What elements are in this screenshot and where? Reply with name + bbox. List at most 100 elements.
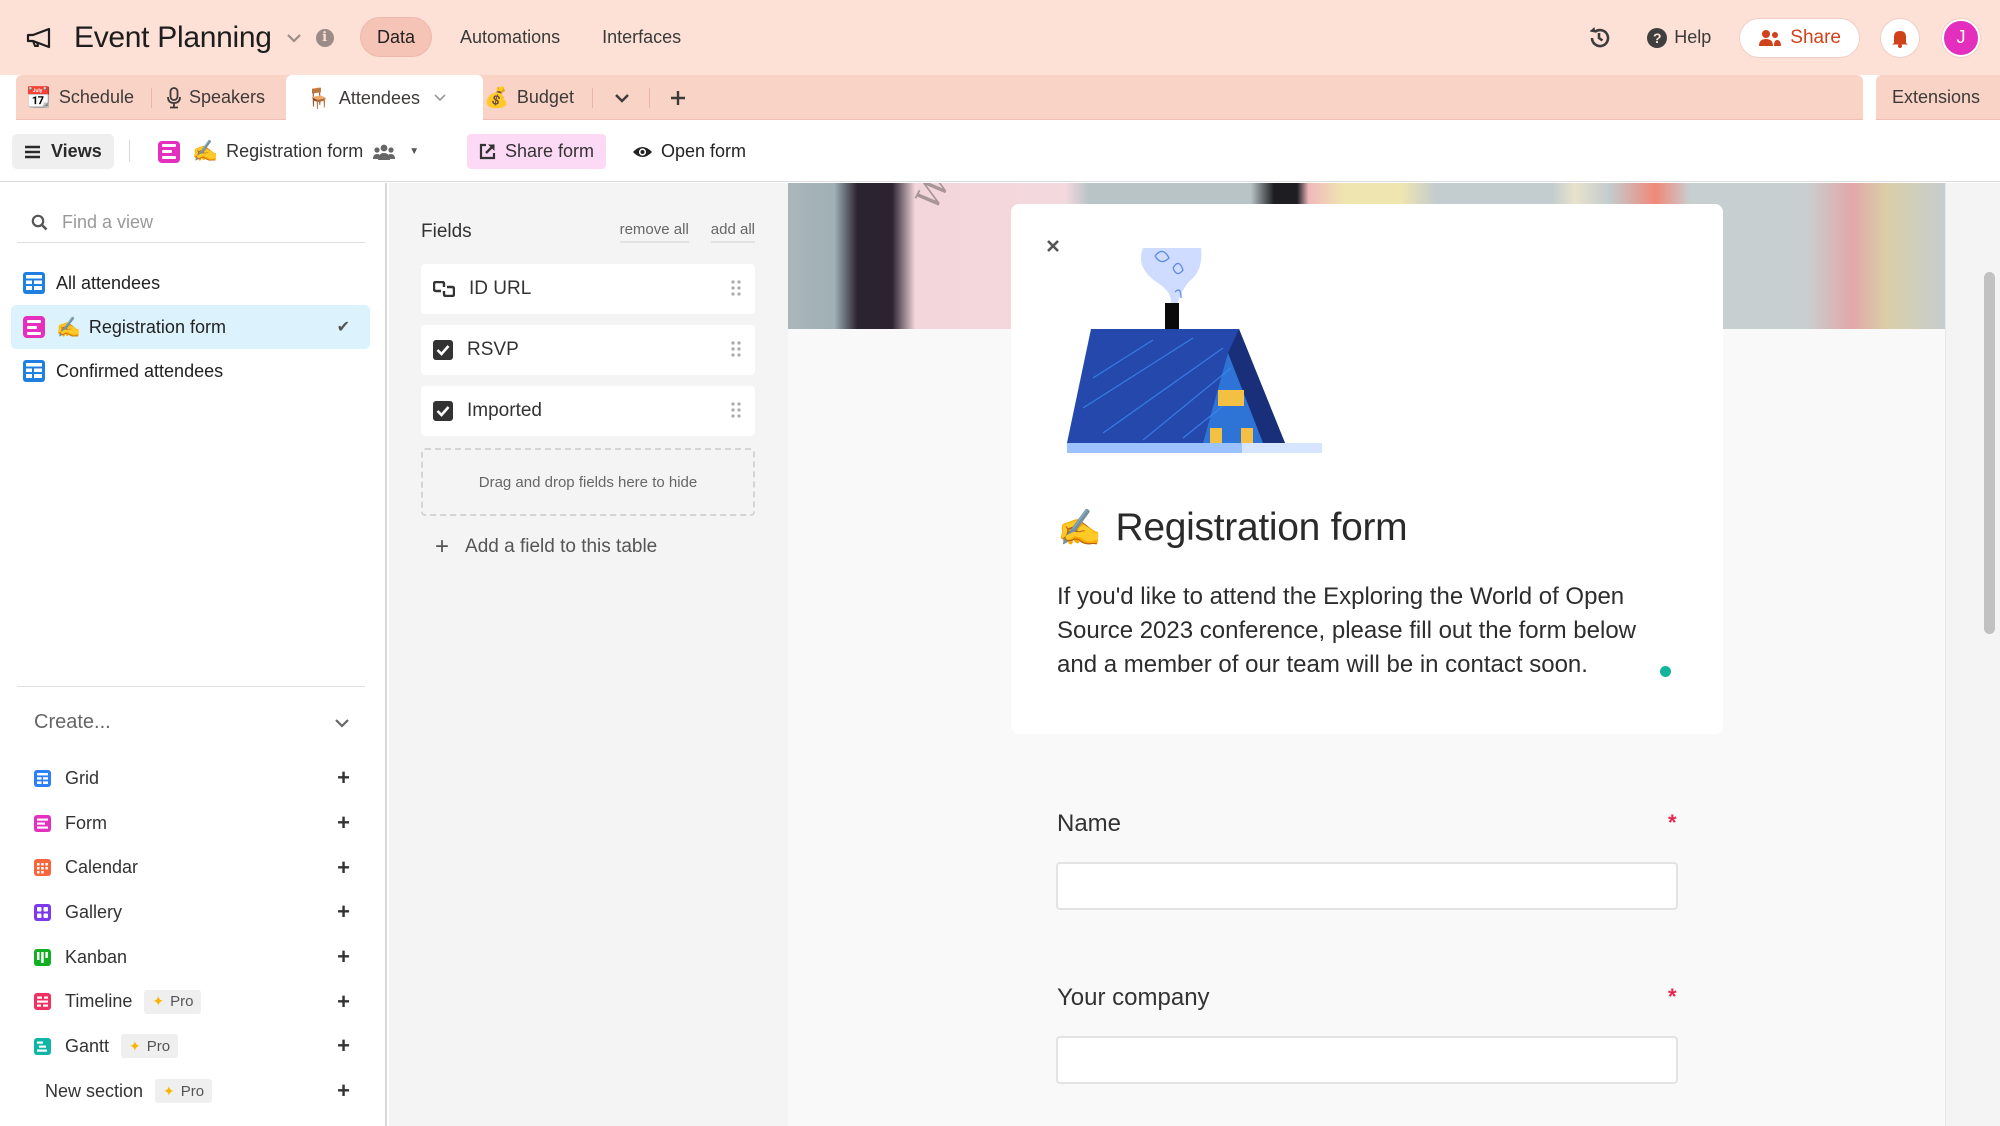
sparkle-icon: ✦ [129,1037,141,1054]
company-input[interactable] [1056,1036,1678,1084]
create-gantt[interactable]: Gantt ✦ Pro + [34,1024,350,1069]
sparkle-icon: ✦ [152,993,165,1010]
create-form[interactable]: Form + [34,801,350,846]
drag-handle-icon[interactable] [731,402,741,418]
plus-icon: + [435,533,450,560]
field-item-imported[interactable]: Imported [421,386,755,436]
hidden-fields-dropzone[interactable]: Drag and drop fields here to hide [421,448,755,516]
create-view-list: Grid + Form + Calendar + Gallery + Kanba… [34,756,350,1114]
form-description[interactable]: If you'd like to attend the Exploring th… [1057,580,1677,682]
gallery-view-icon [34,903,51,921]
tab-schedule[interactable]: 📆 Schedule [26,75,134,120]
share-form-button[interactable]: Share form [467,134,607,169]
view-item-registration-form[interactable]: ✍️ Registration form ✔ [11,305,370,349]
tab-divider [649,88,650,108]
create-kanban[interactable]: Kanban + [34,935,350,980]
create-item-label: Gallery [65,901,123,922]
plus-icon[interactable]: + [337,944,350,970]
tab-label: Attendees [338,87,420,108]
view-item-confirmed-attendees[interactable]: Confirmed attendees [11,349,370,393]
checkmark-icon: ✔ [336,319,350,336]
nav-interfaces[interactable]: Interfaces [586,17,697,57]
drag-handle-icon[interactable] [731,280,741,296]
question-label-company: Your company [1057,984,1210,1011]
nav-data[interactable]: Data [360,17,433,57]
plus-icon [671,90,685,105]
collaborative-view-icon [373,144,396,160]
history-icon[interactable] [1587,26,1611,50]
current-view-name: Registration form [226,141,364,161]
plus-icon[interactable]: + [337,899,350,925]
create-grid[interactable]: Grid + [34,756,350,801]
open-form-button[interactable]: Open form [632,134,746,169]
tab-attendees[interactable]: 🪑 Attendees [286,75,483,121]
create-new-section[interactable]: New section ✦ Pro + [34,1069,350,1114]
notifications-button[interactable] [1880,17,1920,58]
drag-handle-icon[interactable] [731,341,741,357]
add-all-link[interactable]: add all [710,221,755,243]
house-illustration-logo[interactable] [1063,248,1323,456]
fields-panel: Fields remove all add all ID URL RSVP Im… [389,183,788,1126]
plus-icon[interactable]: + [337,855,350,881]
chevron-down-icon[interactable] [434,94,446,102]
tab-budget[interactable]: 💰 Budget [484,75,574,120]
money-bag-emoji-icon: 💰 [484,87,509,109]
tab-speakers[interactable]: Speakers [167,75,265,120]
grid-view-icon [23,360,45,382]
extensions-button[interactable]: Extensions [1876,75,2000,120]
field-item-rsvp[interactable]: RSVP [421,325,755,375]
help-button[interactable]: ? Help [1647,27,1711,48]
open-form-label: Open form [661,141,747,161]
close-icon[interactable] [1046,239,1060,253]
scrollbar-thumb[interactable] [1984,272,1995,634]
current-view-menu[interactable]: ✍️ Registration form ▼ [158,134,419,169]
create-section-toggle[interactable]: Create... [34,711,350,734]
field-item-id-url[interactable]: ID URL [421,264,755,314]
gantt-view-icon [34,1037,51,1055]
plus-icon[interactable]: + [337,765,350,791]
tab-label: Speakers [189,87,266,107]
nav-automations[interactable]: Automations [444,17,576,57]
add-table-button[interactable] [670,75,686,120]
form-view-icon [158,140,180,163]
info-icon[interactable]: i [315,28,334,47]
pro-badge: ✦ Pro [155,1079,213,1104]
chevron-down-icon[interactable] [286,33,302,43]
create-item-label: New section [45,1080,144,1101]
view-item-label: Registration form [88,316,226,337]
add-field-button[interactable]: + Add a field to this table [435,533,657,561]
hamburger-icon [25,145,40,158]
view-toolbar: Views ✍️ Registration form ▼ Share form … [0,120,2000,182]
create-divider [17,686,365,687]
name-input[interactable] [1056,862,1678,910]
view-item-all-attendees[interactable]: All attendees [11,261,370,305]
presence-indicator-dot [1660,666,1671,677]
plus-icon[interactable]: + [337,1033,350,1059]
share-button[interactable]: Share [1739,17,1860,58]
megaphone-icon [26,27,51,48]
eye-icon [633,146,652,157]
plus-icon[interactable]: + [337,1078,350,1104]
base-title[interactable]: Event Planning [74,21,272,55]
form-title[interactable]: ✍️ Registration form [1057,506,1408,550]
user-avatar[interactable]: J [1942,18,1980,57]
find-view-placeholder: Find a view [62,212,154,232]
tab-label: Schedule [58,87,134,107]
create-calendar[interactable]: Calendar + [34,845,350,890]
plus-icon[interactable]: + [337,810,350,836]
plus-icon[interactable]: + [337,989,350,1015]
views-label: Views [51,141,102,161]
people-icon [1759,29,1782,46]
more-tabs-button[interactable] [614,75,630,120]
help-icon: ? [1647,27,1668,48]
views-sidebar: Find a view All attendees ✍️ Registratio… [0,183,387,1126]
remove-all-link[interactable]: remove all [619,221,689,243]
create-gallery[interactable]: Gallery + [34,890,350,935]
view-list: All attendees ✍️ Registration form ✔ Con… [11,261,370,393]
external-link-icon [479,143,496,160]
help-label: Help [1674,27,1712,47]
checkbox-icon [433,401,453,421]
views-toggle-button[interactable]: Views [12,134,114,169]
find-view-search[interactable]: Find a view [17,203,365,243]
create-timeline[interactable]: Timeline ✦ Pro + [34,979,350,1024]
